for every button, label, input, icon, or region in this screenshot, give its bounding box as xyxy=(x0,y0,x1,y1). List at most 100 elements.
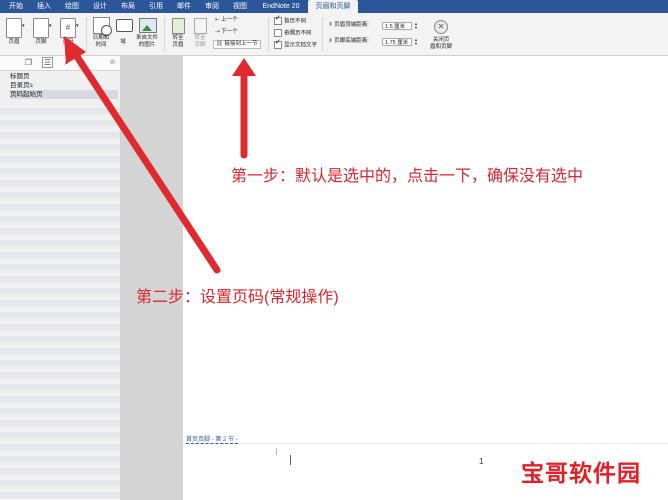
ribbon-divider xyxy=(164,17,165,51)
nav-row-stripe xyxy=(0,300,120,306)
nav-row-stripe xyxy=(0,252,120,258)
checkbox-checked[interactable] xyxy=(274,39,282,49)
nav-row-stripe xyxy=(0,372,120,378)
nav-row-stripe xyxy=(0,312,120,318)
checkbox-unchecked[interactable] xyxy=(274,29,282,37)
tab-design[interactable]: 设计 xyxy=(88,0,112,13)
picture-icon xyxy=(139,18,157,33)
nav-row-stripe xyxy=(0,204,120,210)
link-icon: ⛓ xyxy=(216,41,223,47)
nav-row-stripe xyxy=(0,144,120,150)
footer-distance-stepper[interactable]: ▲ ▼ xyxy=(413,38,419,46)
tab-endnote[interactable]: EndNote 20 xyxy=(258,0,304,13)
different-first-page-checkbox[interactable]: 首页不同 xyxy=(274,15,306,25)
picture-from-file-button[interactable]: 来自文件 的图片 xyxy=(134,35,160,49)
thumbnails-icon[interactable]: ❐ xyxy=(24,58,33,67)
step1-annotation: 第一步：默认是选中的，点击一下，确保没有选中 xyxy=(231,168,584,185)
close-header-footer-button[interactable]: 关闭页 眉和页脚 xyxy=(424,37,458,51)
footer-section-tag: 首页页脚 - 第 2 节 - xyxy=(186,434,238,444)
previous-icon: ⇤ xyxy=(215,17,220,23)
field-icon xyxy=(116,19,133,32)
tab-header-footer[interactable]: 页眉和页脚 xyxy=(308,0,358,13)
header-distance-stepper[interactable]: ▲ ▼ xyxy=(413,22,419,30)
tab-view[interactable]: 视图 xyxy=(228,0,252,13)
goto-footer-icon xyxy=(194,18,207,34)
header-dropdown-icon[interactable]: ▾ xyxy=(22,23,25,30)
nav-row-stripe xyxy=(0,156,120,162)
next-icon: ⇥ xyxy=(215,29,220,35)
header-top-distance-input[interactable]: 1.5 厘米 xyxy=(382,22,412,30)
date-time-icon xyxy=(93,17,112,36)
nav-row-stripe xyxy=(0,228,120,234)
nav-row-stripe xyxy=(0,120,120,126)
nav-row-stripe xyxy=(0,456,120,462)
outline-icon[interactable]: ☰ xyxy=(42,57,53,68)
show-document-text-checkbox[interactable]: 显示文档文字 xyxy=(274,39,317,49)
next-button[interactable]: ⇥ 下一个 xyxy=(215,29,238,36)
link-to-previous-button[interactable]: ⛓ 链接到上一节 xyxy=(213,40,261,49)
close-pane-icon[interactable]: ⊗ xyxy=(108,58,117,67)
nav-row-stripe xyxy=(0,336,120,342)
nav-row-stripe xyxy=(0,288,120,294)
navigation-pane-toolbar: ❐ ☰ ⌕ ⊗ xyxy=(0,56,120,71)
footer-margin-mark xyxy=(276,448,277,455)
page-number-dropdown-icon[interactable]: ▾ xyxy=(76,23,79,30)
different-odd-even-checkbox[interactable]: 奇偶页不同 xyxy=(274,29,312,37)
nav-row-stripe xyxy=(0,108,120,114)
tab-home[interactable]: 开始 xyxy=(4,0,28,13)
goto-header-icon xyxy=(172,18,185,34)
nav-item-toc-page[interactable]: 目录页s xyxy=(10,81,33,90)
field-button[interactable]: 域 xyxy=(113,39,133,46)
nav-row-stripe xyxy=(0,276,120,282)
nav-row-stripe xyxy=(0,492,120,498)
nav-row-stripe xyxy=(0,168,120,174)
navigation-pane: ❐ ☰ ⌕ ⊗ 标题页 目录页s 页码起始页 xyxy=(0,56,121,500)
tab-insert[interactable]: 插入 xyxy=(32,0,56,13)
footer-icon xyxy=(33,18,49,38)
footer-bottom-distance-input[interactable]: 1.75 厘米 xyxy=(382,38,412,46)
nav-row-stripe xyxy=(0,180,120,186)
nav-row-stripe xyxy=(0,348,120,354)
footer-dropdown-icon[interactable]: ▾ xyxy=(49,23,52,30)
footer-page-number[interactable]: 1 xyxy=(479,457,483,466)
nav-row-stripe xyxy=(0,360,120,366)
header-button[interactable]: 页眉 xyxy=(3,39,25,46)
header-icon xyxy=(6,18,22,38)
footer-boundary-line xyxy=(183,443,668,444)
nav-row-stripe xyxy=(0,420,120,426)
document-canvas-margin xyxy=(121,56,183,500)
nav-item-title-page[interactable]: 标题页 xyxy=(10,72,30,81)
nav-row-stripe xyxy=(0,396,120,402)
ribbon-divider xyxy=(322,17,323,51)
nav-row-stripe xyxy=(0,264,120,270)
tab-references[interactable]: 引用 xyxy=(144,0,168,13)
checkbox-checked[interactable] xyxy=(274,15,282,25)
tab-draw[interactable]: 绘图 xyxy=(60,0,84,13)
site-watermark: 宝哥软件园 xyxy=(521,452,661,492)
nav-row-stripe xyxy=(0,384,120,390)
ribbon-panel: ▾ 页眉 ▾ 页脚 # ▾ 页码 日期和 时间 域 来自文件 的图片 转至 页眉 转至… xyxy=(0,13,668,56)
step2-annotation: 第二步：设置页码(常规操作) xyxy=(136,289,339,306)
goto-footer-button[interactable]: 转至 页脚 xyxy=(189,35,211,49)
nav-item-page-number-start[interactable]: 页码起始页 xyxy=(10,90,118,99)
ribbon-tab-bar: 开始 插入 绘图 设计 布局 引用 邮件 审阅 视图 EndNote 20 页眉… xyxy=(0,0,668,13)
goto-header-button[interactable]: 转至 页眉 xyxy=(167,35,189,49)
page-number-button[interactable]: 页码 xyxy=(57,39,79,46)
text-cursor xyxy=(290,455,291,465)
nav-row-stripe xyxy=(0,192,120,198)
nav-row-stripe xyxy=(0,216,120,222)
nav-row-stripe xyxy=(0,408,120,414)
tab-mailings[interactable]: 邮件 xyxy=(172,0,196,13)
date-time-button[interactable]: 日期和 时间 xyxy=(88,35,114,49)
nav-row-stripe xyxy=(0,432,120,438)
footer-position-icon: ⇟ xyxy=(328,38,333,44)
document-page[interactable] xyxy=(183,56,668,500)
ribbon-divider xyxy=(268,17,269,51)
search-icon[interactable]: ⌕ xyxy=(62,58,71,67)
nav-row-stripe xyxy=(0,468,120,474)
previous-button[interactable]: ⇤ 上一个 xyxy=(215,17,238,24)
footer-button[interactable]: 页脚 xyxy=(30,39,52,46)
tab-layout[interactable]: 布局 xyxy=(116,0,140,13)
nav-row-stripe xyxy=(0,240,120,246)
tab-review[interactable]: 审阅 xyxy=(200,0,224,13)
